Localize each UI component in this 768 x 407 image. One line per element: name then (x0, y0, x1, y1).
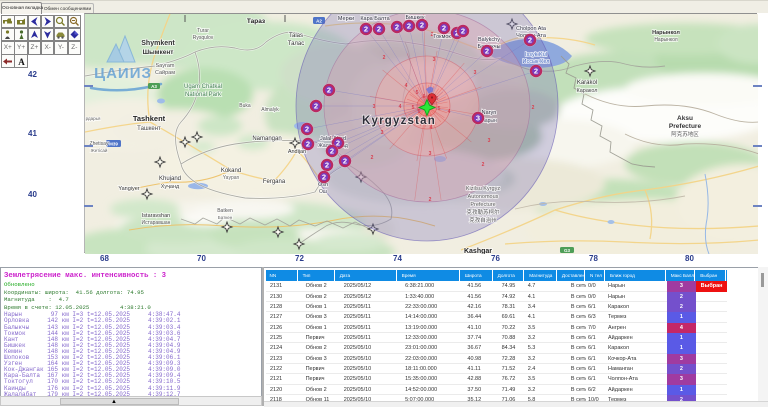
svg-text:2: 2 (485, 47, 489, 56)
svg-text:2: 2 (534, 67, 538, 76)
svg-text:2: 2 (306, 140, 310, 149)
svg-text:Balykchy: Balykchy (478, 37, 500, 43)
svg-text:3: 3 (381, 130, 384, 136)
svg-text:рдарья: рдарья (86, 116, 101, 121)
svg-text:Хуҷанд: Хуҷанд (161, 184, 180, 190)
svg-text:2: 2 (327, 86, 331, 95)
svg-text:Yaypan: Yaypan (223, 175, 240, 181)
svg-text:阿克苏地区: 阿克苏地区 (671, 130, 699, 138)
svg-text:Sayram: Sayram (156, 63, 175, 69)
svg-text:Yangiyer: Yangiyer (118, 186, 139, 192)
svg-text:Kashgar: Kashgar (464, 248, 492, 254)
svg-text:A2: A2 (316, 19, 322, 24)
svg-text:Истаравшан: Истаравшан (142, 220, 171, 226)
svg-text:Khujand: Khujand (159, 176, 181, 182)
svg-text:Кара Балта: Кара Балта (360, 16, 390, 22)
svg-text:Buka: Buka (239, 103, 251, 109)
svg-text:2: 2 (314, 102, 318, 111)
svg-text:A: A (18, 57, 25, 67)
svg-text:2: 2 (325, 161, 329, 170)
svg-text:2: 2 (371, 155, 374, 161)
svg-text:Cholpon Ata: Cholpon Ata (516, 26, 547, 32)
svg-text:3: 3 (373, 104, 376, 110)
svg-text:2: 2 (461, 27, 465, 36)
svg-text:Kokand: Kokand (221, 168, 241, 174)
svg-text:5: 5 (438, 106, 441, 112)
svg-text:Каракол: Каракол (577, 88, 598, 94)
svg-text:6: 6 (423, 94, 426, 100)
svg-text:2: 2 (330, 147, 334, 156)
svg-text:Kyrgyzstan: Kyrgyzstan (362, 115, 436, 127)
svg-text:Autonomous: Autonomous (468, 194, 499, 200)
svg-text:3: 3 (433, 57, 436, 63)
svg-text:2: 2 (420, 21, 424, 30)
svg-text:Тараз: Тараз (247, 18, 266, 25)
svg-text:Баткен: Баткен (218, 215, 233, 220)
svg-text:Ташкент: Ташкент (137, 126, 161, 132)
svg-text:Turar: Turar (197, 28, 209, 34)
svg-text:Batken: Batken (217, 208, 233, 214)
svg-text:Almalyk: Almalyk (261, 107, 279, 113)
svg-text:2: 2 (395, 23, 399, 32)
svg-text:A3: A3 (151, 84, 157, 89)
svg-text:Нарынкол: Нарынкол (652, 30, 680, 36)
svg-text:Сайрам: Сайрам (155, 69, 175, 76)
svg-text:Prefecture: Prefecture (669, 123, 702, 130)
svg-text:Karakol: Karakol (577, 80, 597, 86)
svg-text:Prefecture: Prefecture (470, 202, 495, 208)
svg-text:Rysqulov: Rysqulov (193, 35, 214, 41)
svg-text:Нарынкол: Нарынкол (654, 37, 677, 43)
svg-text:4: 4 (405, 83, 408, 89)
svg-text:2: 2 (528, 36, 532, 45)
svg-text:Issyk Kul: Issyk Kul (525, 52, 547, 58)
svg-text:Kizilsu Kyrgyz: Kizilsu Kyrgyz (466, 186, 500, 192)
svg-text:Aksu: Aksu (677, 115, 693, 122)
svg-text:2: 2 (377, 25, 381, 34)
svg-text:3: 3 (476, 114, 480, 123)
svg-text:Жетісай: Жетісай (91, 147, 108, 153)
svg-text:Мерки: Мерки (338, 16, 354, 22)
svg-text:Tashkent: Tashkent (133, 114, 166, 123)
svg-text:3: 3 (429, 151, 432, 157)
svg-text:Fergana: Fergana (263, 179, 286, 185)
svg-text:2: 2 (336, 139, 340, 148)
svg-text:5: 5 (412, 105, 415, 111)
svg-text:National Park: National Park (185, 92, 222, 98)
svg-text:2: 2 (429, 197, 432, 203)
svg-text:2: 2 (407, 22, 411, 31)
svg-text:克孜勒苏柯尔: 克孜勒苏柯尔 (466, 208, 500, 216)
svg-text:5: 5 (416, 90, 419, 96)
svg-text:4: 4 (399, 104, 402, 110)
svg-text:2: 2 (442, 24, 446, 33)
svg-text:G3: G3 (564, 248, 571, 253)
svg-text:Ош: Ош (319, 189, 327, 195)
svg-text:Namangan: Namangan (252, 136, 281, 142)
svg-text:Istaravshan: Istaravshan (142, 213, 170, 219)
svg-text:2: 2 (343, 157, 347, 166)
svg-text:Andijan: Andijan (288, 149, 306, 155)
svg-text:3: 3 (474, 70, 477, 76)
svg-text:Shymkent: Shymkent (141, 40, 175, 47)
svg-text:2: 2 (383, 55, 386, 61)
svg-text:2: 2 (364, 25, 368, 34)
svg-text:Талас: Талас (288, 41, 305, 47)
svg-text:2: 2 (532, 105, 535, 111)
svg-text:Шымкент: Шымкент (143, 49, 174, 56)
svg-text:2: 2 (305, 125, 309, 134)
svg-text:Иссык-Кел: Иссык-Кел (523, 59, 550, 65)
svg-text:2: 2 (322, 173, 326, 182)
svg-text:Токмок: Токмок (433, 34, 451, 40)
svg-text:克孜自治州: 克孜自治州 (469, 216, 497, 224)
svg-text:4: 4 (448, 109, 451, 115)
svg-text:Ugam Chatkal: Ugam Chatkal (184, 84, 222, 90)
svg-text:ЦАИИЗ: ЦАИИЗ (94, 65, 152, 82)
svg-text:2: 2 (482, 162, 485, 168)
svg-text:M39: M39 (109, 142, 118, 147)
svg-text:3: 3 (488, 138, 491, 144)
svg-text:Talas: Talas (289, 33, 303, 39)
